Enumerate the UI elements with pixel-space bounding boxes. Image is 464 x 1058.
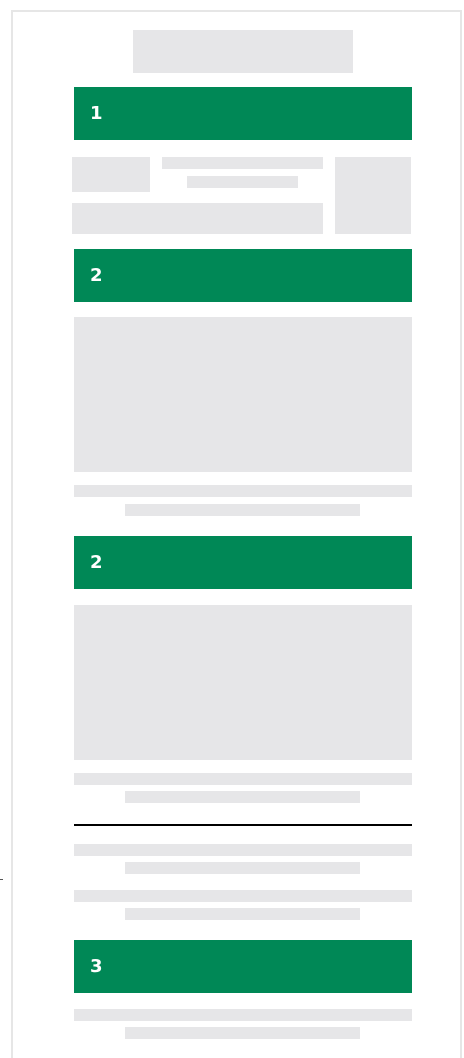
step-3-header: 3 xyxy=(74,940,412,993)
step-3-text-line-placeholder xyxy=(74,1009,412,1021)
section-divider xyxy=(74,824,412,826)
step-1-number: 1 xyxy=(90,102,103,124)
step-2b-number: 2 xyxy=(90,551,103,573)
step-1-field-placeholder xyxy=(72,203,323,234)
step-2-number: 2 xyxy=(90,264,103,286)
step-1-thumbnail-placeholder xyxy=(72,157,150,192)
step-2-text-line-placeholder xyxy=(74,485,412,497)
note-text-line-placeholder xyxy=(125,862,360,874)
step-3-number: 3 xyxy=(90,955,103,977)
step-2b-text-line-placeholder xyxy=(74,773,412,785)
step-1-header: 1 xyxy=(74,87,412,140)
note-text-line-placeholder xyxy=(125,908,360,920)
edge-tick-mark xyxy=(0,879,3,880)
step-2-header: 2 xyxy=(74,249,412,302)
step-1-text-line-placeholder xyxy=(187,176,298,188)
note-text-line-placeholder xyxy=(74,844,412,856)
step-2b-text-line-placeholder xyxy=(125,791,360,803)
step-2b-header: 2 xyxy=(74,536,412,589)
note-text-line-placeholder xyxy=(74,890,412,902)
header-title-placeholder xyxy=(133,30,353,73)
step-2b-image-placeholder xyxy=(74,605,412,760)
step-2-image-placeholder xyxy=(74,317,412,472)
step-3-text-line-placeholder xyxy=(125,1027,360,1039)
step-1-text-line-placeholder xyxy=(162,157,323,169)
step-2-text-line-placeholder xyxy=(125,504,360,516)
step-1-side-image-placeholder xyxy=(335,157,411,234)
